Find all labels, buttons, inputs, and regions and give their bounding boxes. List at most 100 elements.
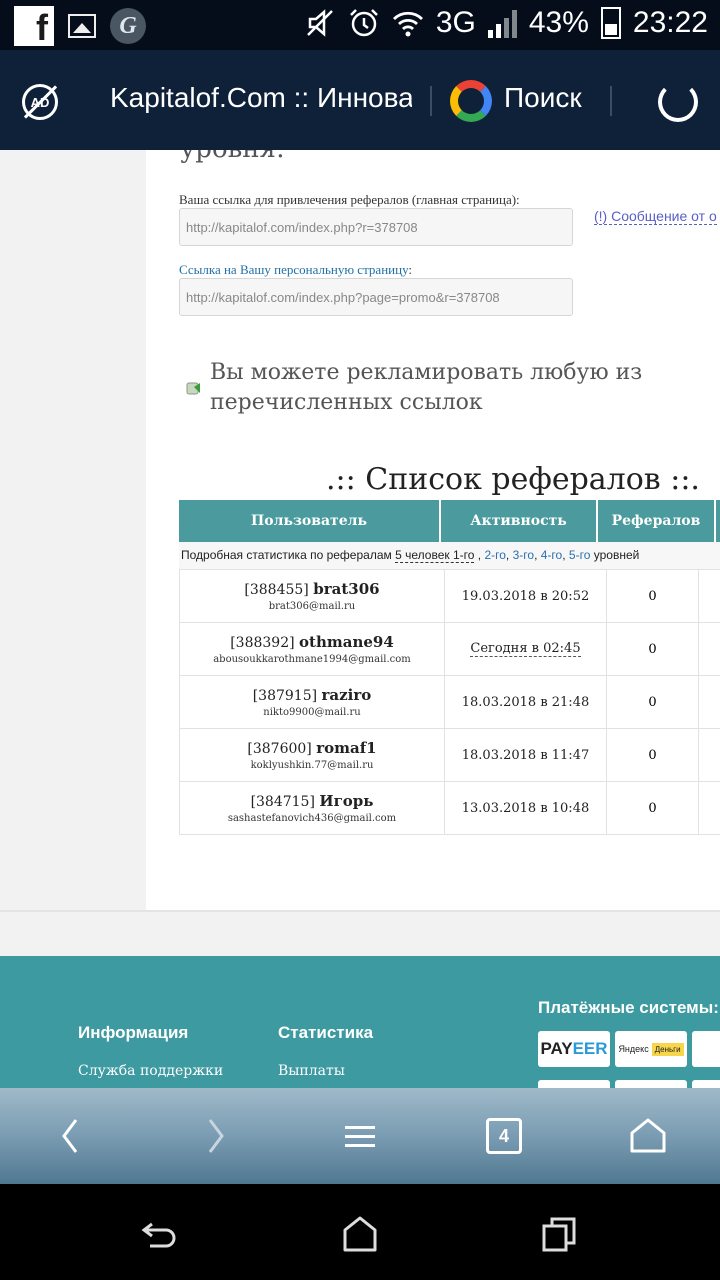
system-navigation-bar	[0, 1184, 720, 1280]
user-email: koklyushkin.77@mail.ru	[250, 760, 374, 771]
user-email: abousoukkarothmane1994@gmail.com	[213, 654, 411, 665]
payment-logo[interactable]	[615, 1080, 687, 1088]
user-id: [388392]	[230, 635, 295, 651]
user-cell: [387915] raziro nikto9900@mail.ru	[179, 676, 445, 728]
activity-cell: 19.03.2018 в 20:52	[445, 570, 607, 622]
personal-link-field[interactable]	[179, 278, 573, 316]
stats-suffix: уровней	[593, 548, 640, 562]
signal-icon	[487, 8, 517, 38]
mastercard-logo[interactable]	[692, 1031, 720, 1067]
payeer-logo[interactable]: PAY EER	[538, 1031, 610, 1067]
g-app-icon: G	[110, 8, 146, 44]
support-link[interactable]: Служба поддержки	[78, 1063, 223, 1079]
system-back-icon[interactable]	[140, 1214, 180, 1254]
browser-toolbar: AD Kapitalof.Com :: Инновационный Поиск	[0, 50, 720, 150]
referrals-cell: 0	[607, 676, 699, 728]
ref-link-label: Ваша ссылка для привлечения рефералов (г…	[179, 192, 520, 207]
user-cell: [388455] brat306 brat306@mail.ru	[179, 570, 445, 622]
back-button[interactable]	[48, 1116, 92, 1156]
user-cell: [384715] Игорь sashastefanovich436@gmail…	[179, 782, 445, 834]
personal-link-colon: :	[408, 262, 413, 277]
column-header-user[interactable]: Пользователь	[179, 500, 441, 542]
adblock-icon[interactable]: AD	[22, 84, 58, 120]
forward-arrow-icon	[208, 1119, 224, 1153]
user-login[interactable]: raziro	[322, 686, 372, 704]
stats-level-5[interactable]: 5-го	[569, 548, 590, 562]
forward-button[interactable]	[194, 1116, 238, 1156]
menu-icon	[345, 1120, 375, 1153]
overflow-cell	[699, 782, 720, 834]
tabs-count: 4	[486, 1118, 522, 1154]
referrals-cell: 0	[607, 623, 699, 675]
back-arrow-icon	[62, 1119, 78, 1153]
activity-cell: Сегодня в 02:45	[445, 623, 607, 675]
user-login[interactable]: othmane94	[299, 633, 394, 651]
tabs-button[interactable]: 4	[482, 1116, 526, 1156]
stats-level-2[interactable]: 2-го	[484, 548, 505, 562]
payment-logo[interactable]	[692, 1080, 720, 1088]
user-login[interactable]: romaf1	[316, 739, 376, 757]
stats-level-1[interactable]: 5 человек 1-го	[395, 548, 475, 563]
user-login[interactable]: brat306	[313, 580, 379, 598]
payment-systems-title: Платёжные системы:	[538, 998, 719, 1017]
system-home-icon[interactable]	[340, 1214, 380, 1254]
user-id: [384715]	[250, 794, 315, 810]
battery-percent: 43%	[528, 6, 589, 39]
overflow-cell	[699, 623, 720, 675]
alarm-icon	[349, 9, 378, 37]
payouts-link[interactable]: Выплаты	[278, 1063, 345, 1079]
wifi-icon	[392, 11, 423, 37]
column-header-activity[interactable]: Активность	[441, 500, 598, 542]
personal-page-link[interactable]: Ссылка на Вашу персональную страницу	[179, 262, 408, 277]
user-email: brat306@mail.ru	[268, 601, 356, 612]
user-id: [387600]	[247, 741, 312, 757]
ref-link-field[interactable]	[179, 208, 573, 246]
menu-button[interactable]	[338, 1116, 382, 1156]
browser-bottom-bar: 4	[0, 1088, 720, 1184]
system-recents-icon[interactable]	[540, 1214, 580, 1254]
table-row: [384715] Игорь sashastefanovich436@gmail…	[179, 782, 720, 835]
referrals-cell: 0	[607, 570, 699, 622]
address-bar-title[interactable]: Kapitalof.Com :: Инновационный	[110, 82, 412, 114]
yandex-logo-part: Яндекс	[618, 1044, 649, 1054]
mute-icon	[306, 9, 333, 37]
user-id: [387915]	[252, 688, 318, 704]
status-bar: f G 3G 43% 23:22	[0, 0, 720, 50]
home-button[interactable]	[626, 1116, 670, 1156]
network-type: 3G	[435, 6, 476, 39]
stats-separator: ,	[534, 548, 538, 562]
facebook-icon: f	[14, 6, 54, 46]
referrals-cell: 0	[607, 729, 699, 781]
user-login[interactable]: Игорь	[319, 792, 373, 810]
stats-separator: ,	[477, 548, 482, 562]
message-link[interactable]: (!) Сообщение от о	[594, 208, 717, 225]
web-page: уровня: Ваша ссылка для привлечения рефе…	[0, 150, 720, 1088]
stats-separator: ,	[505, 548, 510, 562]
activity-cell: 13.03.2018 в 10:48	[445, 782, 607, 834]
stats-title: Статистика	[278, 1023, 374, 1042]
payment-logo[interactable]	[538, 1080, 610, 1088]
referrals-cell: 0	[607, 782, 699, 834]
google-icon[interactable]	[450, 80, 492, 122]
referral-list-title: .:: Список рефералов ::.	[326, 462, 700, 497]
referral-table-body: [388455] brat306 brat306@mail.ru 19.03.2…	[179, 570, 720, 835]
activity-cell: 18.03.2018 в 11:47	[445, 729, 607, 781]
search-button[interactable]: Поиск	[504, 82, 582, 114]
yandex-money-logo[interactable]: Яндекс Деньги	[615, 1031, 687, 1067]
stats-level-4[interactable]: 4-го	[541, 548, 562, 562]
column-header-referrals[interactable]: Рефералов	[598, 500, 716, 542]
reload-icon[interactable]	[658, 82, 698, 122]
activity-cell: 18.03.2018 в 21:48	[445, 676, 607, 728]
stats-separator: ,	[562, 548, 566, 562]
promo-icon	[186, 382, 200, 395]
table-row: [387915] raziro nikto9900@mail.ru 18.03.…	[179, 676, 720, 729]
clock: 23:22	[632, 6, 708, 39]
stats-level-3[interactable]: 3-го	[513, 548, 534, 562]
table-row: [387600] romaf1 koklyushkin.77@mail.ru 1…	[179, 729, 720, 782]
table-row: [388392] othmane94 abousoukkarothmane199…	[179, 623, 720, 676]
user-email: nikto9900@mail.ru	[263, 707, 361, 718]
activity-value[interactable]: Сегодня в 02:45	[470, 641, 581, 657]
site-footer: Платёжные системы: Информация Статистика…	[0, 956, 720, 1088]
toolbar-divider	[430, 86, 432, 116]
user-id: [388455]	[244, 582, 309, 598]
